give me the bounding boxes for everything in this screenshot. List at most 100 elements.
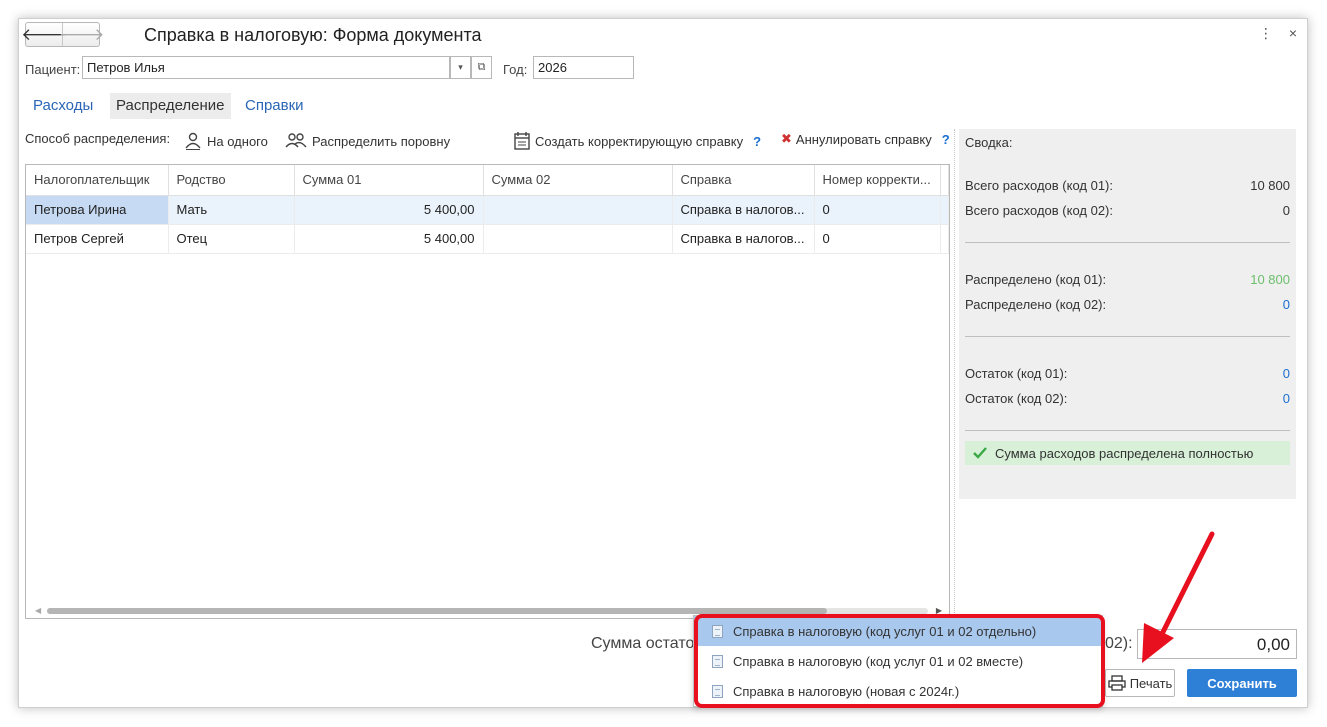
col-certificate[interactable]: Справка [672,165,815,196]
total01-row: Всего расходов (код 01): 10 800 [965,178,1290,193]
summary-title-row: Сводка: [965,135,1290,150]
cell-sum02[interactable] [483,195,673,225]
scroll-right-icon[interactable]: ▶ [936,606,942,615]
total02-label: Всего расходов (код 02): [965,203,1113,218]
cancel-certificate-button[interactable]: ✖ Аннулировать справку ? [781,131,950,147]
cell-relation[interactable]: Отец [168,224,295,254]
print-menu-item-label: Справка в налоговую (новая с 2024г.) [733,683,960,699]
cell-taxpayer[interactable]: Петрова Ирина [26,195,169,225]
col-sum01[interactable]: Сумма 01 [294,165,484,196]
checkmark-icon [973,447,987,459]
tab-expenses[interactable]: Расходы [27,93,99,119]
create-correction-button[interactable]: Создать корректирующую справку ? [513,131,761,151]
summary-divider [965,336,1290,337]
dist01-row: Распределено (код 01): 10 800 [965,272,1290,287]
col-filler [940,165,949,196]
cell-filler [940,224,949,254]
window-title: Справка в налоговую: Форма документа [144,25,482,45]
dist02-value: 0 [1282,297,1290,312]
status-ok-box: Сумма расходов распределена полностью [965,441,1290,465]
cancel-certificate-label: Аннулировать справку [795,131,932,147]
cell-sum02[interactable] [483,224,673,254]
dist02-label: Распределено (код 02): [965,297,1107,312]
dist01-label: Распределено (код 01): [965,272,1107,287]
tab-certificates[interactable]: Справки [239,93,310,119]
window-controls: ⋮ × [1259,25,1297,42]
col-taxpayer[interactable]: Налогоплательщик [26,165,169,196]
save-button[interactable]: Сохранить [1187,669,1297,697]
print-menu-item-separate[interactable]: Справка в налоговую (код услуг 01 и 02 о… [694,616,1102,646]
panel-divider [954,129,955,619]
to-one-label: На одного [207,133,268,149]
print-menu-item-label: Справка в налоговую (код услуг 01 и 02 о… [733,623,1037,639]
rest02-label: Остаток (код 02): [965,391,1068,406]
distribute-evenly-label: Распределить поровну [312,133,451,149]
tab-distribution[interactable]: Распределение [110,93,231,119]
year-label: Год: [503,62,528,77]
print-menu-item-new-2024[interactable]: Справка в налоговую (новая с 2024г.) [694,676,1102,706]
cell-correction-number[interactable]: 0 [814,224,941,254]
print-label: Печать [1129,675,1173,691]
table-header: Налогоплательщик Родство Сумма 01 Сумма … [26,165,949,196]
cell-filler [940,195,949,225]
distribute-evenly-button[interactable]: Распределить поровну [284,131,450,151]
printer-icon [1108,675,1126,691]
to-one-button[interactable]: На одного [183,131,268,151]
calendar-doc-icon [514,132,530,150]
patient-field[interactable]: Петров Илья [82,56,450,79]
cell-relation[interactable]: Мать [168,195,295,225]
cell-taxpayer[interactable]: Петров Сергей [26,224,169,254]
cell-sum01[interactable]: 5 400,00 [294,224,484,254]
summary-panel: Сводка: Всего расходов (код 01): 10 800 … [959,129,1296,499]
document-icon [712,654,723,668]
forward-arrow-icon[interactable]: 🡒 [59,23,105,46]
method-label-text: Способ распределения: [25,131,171,146]
more-icon[interactable]: ⋮ [1259,25,1273,42]
summary-divider [965,242,1290,243]
cell-certificate[interactable]: Справка в налогов... [672,224,815,254]
total01-label: Всего расходов (код 01): [965,178,1113,193]
scroll-left-icon[interactable]: ◀ [35,606,41,615]
cell-correction-number[interactable]: 0 [814,195,941,225]
document-form-window: 🡐 🡒 Справка в налоговую: Форма документа… [18,18,1308,708]
print-menu-item-combined[interactable]: Справка в налоговую (код услуг 01 и 02 в… [694,646,1102,676]
annotation-arrow-icon [1142,531,1215,663]
rest01-label: Остаток (код 01): [965,366,1068,381]
person-icon [185,132,201,150]
create-correction-label: Создать корректирующую справку [535,133,744,149]
document-icon [712,684,723,698]
document-icon [712,624,723,638]
back-arrow-icon[interactable]: 🡐 [21,23,67,46]
year-field[interactable]: 2026 [533,56,634,79]
method-label: Способ распределения: [25,131,170,146]
table-row[interactable]: Петров Сергей Отец 5 400,00 Справка в на… [26,224,949,254]
scroll-thumb[interactable] [47,608,827,614]
distribution-table: Налогоплательщик Родство Сумма 01 Сумма … [25,164,950,619]
table-row[interactable]: Петрова Ирина Мать 5 400,00 Справка в на… [26,195,949,225]
rest02-row: Остаток (код 02): 0 [965,391,1290,406]
help-icon[interactable]: ? [753,134,761,149]
cell-sum01[interactable]: 5 400,00 [294,195,484,225]
status-ok-text: Сумма расходов распределена полностью [995,445,1254,461]
dist02-row: Распределено (код 02): 0 [965,297,1290,312]
patient-dropdown-icon[interactable]: ▾ [450,56,471,79]
open-patient-icon[interactable]: ⧉ [471,56,492,79]
nav-buttons: 🡐 🡒 [21,22,105,47]
close-icon[interactable]: × [1289,25,1297,42]
dist01-value: 10 800 [1250,272,1290,287]
total01-value: 10 800 [1250,178,1290,193]
cell-certificate[interactable]: Справка в налогов... [672,195,815,225]
print-menu: Справка в налоговую (код услуг 01 и 02 о… [693,615,1103,707]
cancel-x-icon: ✖ [781,131,792,146]
help-icon[interactable]: ? [942,132,950,147]
col-sum02[interactable]: Сумма 02 [483,165,673,196]
col-correction-number[interactable]: Номер корректи... [814,165,941,196]
total02-value: 0 [1282,203,1290,218]
col-relation[interactable]: Родство [168,165,295,196]
rest02-value: 0 [1282,391,1290,406]
summary-divider [965,430,1290,431]
print-button[interactable]: Печать [1105,669,1175,697]
remaining-sum-label: Сумма остато [591,635,695,652]
remaining-sum-label-tail: 02): [1105,635,1133,652]
summary-title: Сводка: [965,135,1013,150]
